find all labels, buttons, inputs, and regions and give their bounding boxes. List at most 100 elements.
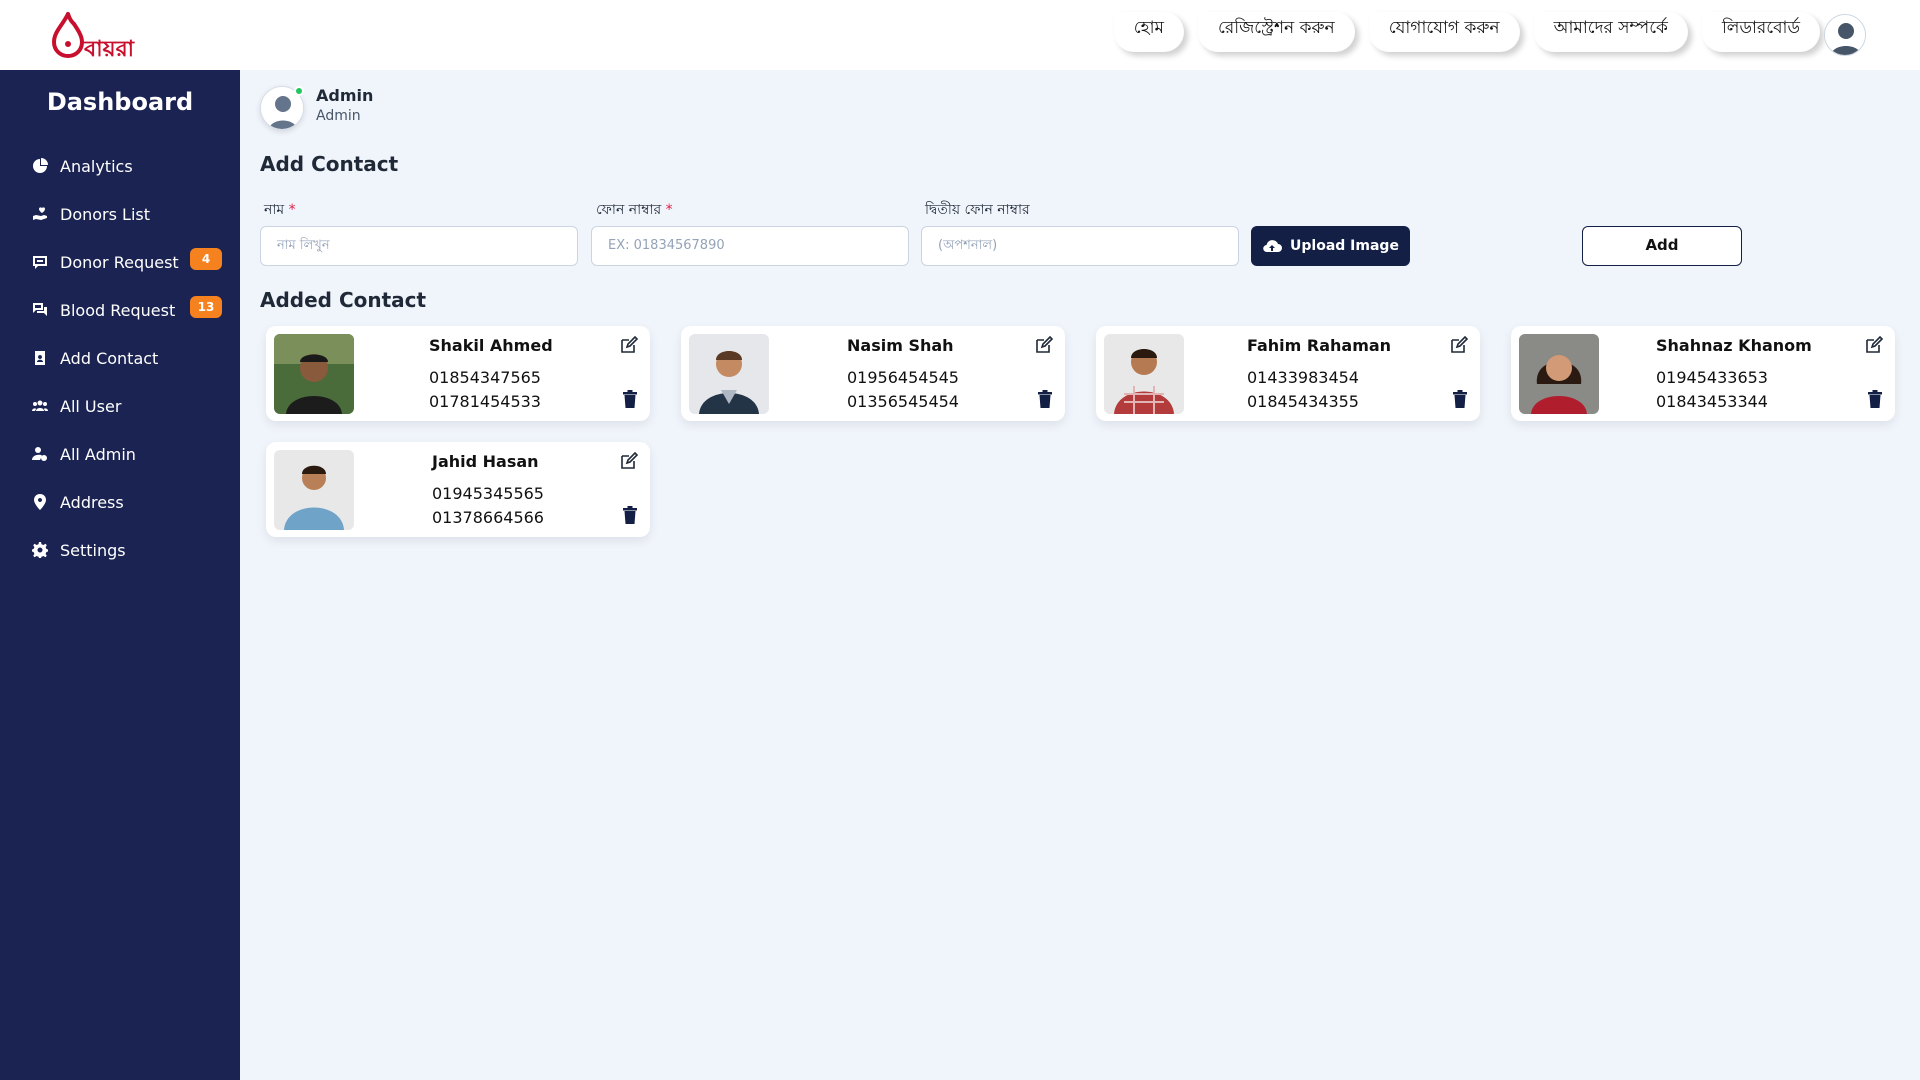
nav-register[interactable]: রেজিস্ট্রেশন করুন [1197,12,1355,52]
main-content: Admin Admin Add Contact নাম * নাম লিখুন … [240,70,1920,1080]
person-photo-icon [274,334,354,414]
nav-contact[interactable]: যোগাযোগ করুন [1368,12,1520,52]
contact-photo [689,334,769,414]
phone-input[interactable]: EX: 01834567890 [591,226,909,266]
contact-phone-1: 01854347565 [429,368,541,387]
required-mark: * [665,202,673,218]
upload-image-button[interactable]: Upload Image [1251,226,1410,266]
user-silhouette-icon [1825,15,1865,55]
sidebar-title: Dashboard [46,88,194,116]
sidebar-item-donors-list[interactable]: Donors List [0,190,240,238]
upload-image-label: Upload Image [1290,238,1399,254]
edit-icon[interactable] [620,452,638,470]
contact-card: Jahid Hasan 01945345565 01378664566 [266,442,650,537]
contact-photo [1104,334,1184,414]
sidebar-item-label: Blood Request [60,300,176,320]
contact-phone-2: 01845434355 [1247,392,1359,411]
contact-phone-1: 01945433653 [1656,368,1768,387]
contact-photo [274,334,354,414]
hand-heart-icon [32,206,48,222]
sidebar-item-label: Add Contact [60,348,159,368]
admin-name: Admin [316,86,374,105]
main-nav: হোম রেজিস্ট্রেশন করুন যোগাযোগ করুন আমাদে… [1113,12,1820,52]
chat-icon [32,302,48,318]
trash-icon[interactable] [1452,390,1468,408]
sidebar-item-label: Donor Request [60,252,179,272]
brand-logo[interactable]: বায়রা [48,10,138,62]
name-input[interactable]: নাম লিখুন [260,226,578,266]
sidebar-item-all-user[interactable]: All User [0,382,240,430]
sidebar-item-donor-request[interactable]: Donor Request 4 [0,238,240,286]
sidebar-item-label: Settings [60,540,126,560]
top-header: বায়রা হোম রেজিস্ট্রেশন করুন যোগাযোগ করু… [0,0,1920,70]
sidebar-item-label: All User [60,396,122,416]
user-gear-icon [32,446,48,462]
name-label: নাম * [264,198,296,222]
gear-icon [32,542,48,558]
trash-icon[interactable] [622,390,638,408]
contact-card: Shahnaz Khanom 01945433653 01843453344 [1511,326,1895,421]
admin-role: Admin [316,108,361,124]
sidebar-item-label: Donors List [60,204,151,224]
contact-card: Shakil Ahmed 01854347565 01781454533 [266,326,650,421]
contact-book-icon [32,350,48,366]
users-icon [32,398,48,414]
phone-label-text: ফোন নাম্বার [596,202,662,218]
required-mark: * [288,202,296,218]
sidebar-item-address[interactable]: Address [0,478,240,526]
contact-name: Fahim Rahaman [1247,336,1392,355]
contact-phone-2: 01843453344 [1656,392,1768,411]
trash-icon[interactable] [1867,390,1883,408]
phone2-label: দ্বিতীয় ফোন নাম্বার [925,202,1030,218]
blood-drop-logo-icon [51,12,85,59]
contact-phone-1: 01433983454 [1247,368,1359,387]
donor-request-count-badge: 4 [190,248,222,270]
sidebar-item-label: Address [60,492,124,512]
phone2-input[interactable]: (অপশনাল) [921,226,1239,266]
sidebar-item-settings[interactable]: Settings [0,526,240,574]
sidebar-item-all-admin[interactable]: All Admin [0,430,240,478]
add-contact-heading: Add Contact [260,152,399,176]
person-photo-icon [1519,334,1599,414]
contact-phone-2: 01781454533 [429,392,541,411]
contact-card: Nasim Shah 01956454545 01356545454 [681,326,1065,421]
nav-home[interactable]: হোম [1113,12,1184,52]
trash-icon[interactable] [622,506,638,524]
blood-request-count-badge: 13 [190,296,222,318]
contact-phone-1: 01956454545 [847,368,959,387]
added-contact-heading: Added Contact [260,288,427,312]
name-label-text: নাম [264,202,285,218]
edit-icon[interactable] [620,336,638,354]
user-avatar[interactable] [1824,14,1866,56]
edit-icon[interactable] [1450,336,1468,354]
trash-icon[interactable] [1037,390,1053,408]
brand-name: বায়রা [84,36,135,62]
sidebar-item-label: Analytics [60,156,133,176]
cloud-upload-icon [1263,240,1283,253]
edit-icon[interactable] [1865,336,1883,354]
sidebar: Dashboard Analytics Donors List Donor Re… [0,70,240,1080]
contact-name: Shahnaz Khanom [1656,336,1812,355]
sidebar-item-blood-request[interactable]: Blood Request 13 [0,286,240,334]
online-status-dot [294,86,304,96]
contact-phone-1: 01945345565 [432,484,544,503]
contact-name: Shakil Ahmed [429,336,553,355]
contact-card: Fahim Rahaman 01433983454 01845434355 [1096,326,1480,421]
nav-leaderboard[interactable]: লিডারবোর্ড [1701,12,1820,52]
location-pin-icon [32,494,48,510]
nav-about[interactable]: আমাদের সম্পর্কে [1533,12,1688,52]
person-photo-icon [689,334,769,414]
person-photo-icon [1104,334,1184,414]
edit-icon[interactable] [1035,336,1053,354]
add-contact-button[interactable]: Add [1582,226,1742,266]
phone-label: ফোন নাম্বার * [596,198,673,222]
contact-phone-2: 01356545454 [847,392,959,411]
sidebar-menu: Analytics Donors List Donor Request 4 Bl… [0,142,240,574]
person-photo-icon [274,450,354,530]
contact-photo [274,450,354,530]
sidebar-item-add-contact[interactable]: Add Contact [0,334,240,382]
sidebar-item-analytics[interactable]: Analytics [0,142,240,190]
message-icon [32,254,48,270]
contact-name: Jahid Hasan [432,452,539,471]
sidebar-item-label: All Admin [60,444,136,464]
